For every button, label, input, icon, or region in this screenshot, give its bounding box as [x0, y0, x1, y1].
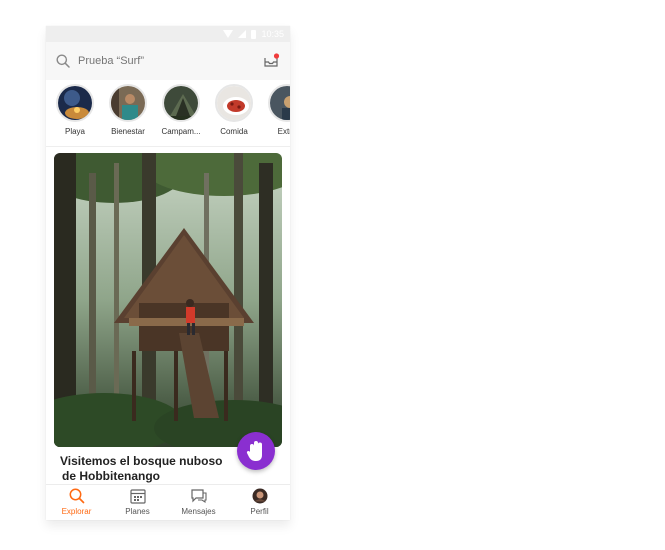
nav-label: Explorar — [61, 507, 92, 516]
floating-action-button[interactable] — [237, 432, 275, 470]
notification-dot — [273, 53, 280, 59]
status-bar: 10:35 — [46, 26, 290, 42]
bottom-navigation: Explorar Planes Mensajes Perfil — [46, 484, 290, 520]
card-title-line-2: de Hobbitenango — [62, 469, 160, 483]
featured-card-image[interactable] — [54, 153, 282, 447]
search-input[interactable] — [78, 55, 262, 67]
category-label: Bienestar — [111, 127, 145, 136]
nav-label: Planes — [125, 507, 150, 516]
search-icon[interactable] — [56, 54, 70, 68]
battery-icon — [251, 29, 257, 39]
phone-screen: 10:35 Prueba “Surf” Playa Bienestar Camp… — [46, 26, 290, 520]
featured-card-title[interactable]: Visitemos el bosque nuboso de Hobbitenan… — [60, 454, 250, 484]
nav-label: Mensajes — [181, 507, 216, 516]
nav-mensajes[interactable]: Mensajes — [168, 485, 229, 520]
search-bar — [46, 42, 290, 80]
wifi-icon — [223, 30, 234, 38]
inbox-icon — [264, 53, 280, 67]
calendar-icon — [129, 488, 147, 504]
category-extremo[interactable]: Extre — [261, 84, 290, 136]
category-label: Campam... — [161, 127, 201, 136]
category-label: Playa — [64, 127, 85, 136]
category-comida[interactable]: Comida — [208, 84, 260, 136]
avatar — [251, 488, 269, 504]
status-time: 10:35 — [261, 29, 284, 39]
category-image — [215, 84, 253, 122]
nav-planes[interactable]: Planes — [107, 485, 168, 520]
category-image — [162, 84, 200, 122]
nav-explorar[interactable]: Explorar — [46, 485, 107, 520]
hand-icon — [246, 441, 262, 461]
category-image — [268, 84, 290, 122]
category-campamento[interactable]: Campam... — [155, 84, 207, 136]
inbox-button[interactable] — [262, 52, 280, 70]
card-title-line-1: Visitemos el bosque nuboso — [60, 454, 223, 468]
category-carousel: Playa Bienestar Campam... Comida Ext — [46, 80, 290, 147]
category-image — [56, 84, 94, 122]
chat-icon — [190, 488, 208, 504]
nav-perfil[interactable]: Perfil — [229, 485, 290, 520]
nav-label: Perfil — [250, 507, 269, 516]
category-image — [109, 84, 147, 122]
signal-icon — [238, 30, 247, 38]
category-label: Comida — [220, 127, 248, 136]
category-bienestar[interactable]: Bienestar — [102, 84, 154, 136]
search-icon — [68, 488, 86, 504]
category-label: Extre — [277, 127, 290, 136]
category-playa[interactable]: Playa — [49, 84, 101, 136]
